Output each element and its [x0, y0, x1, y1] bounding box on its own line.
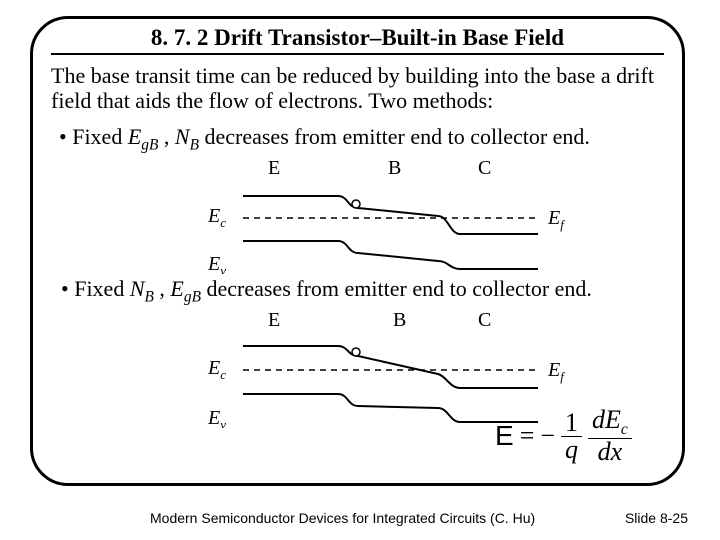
- b2-NB: NB: [130, 276, 154, 301]
- footer-page-number: Slide 8-25: [625, 510, 688, 526]
- electron-icon: [352, 200, 360, 208]
- sym-N: N: [175, 124, 190, 149]
- d1-label-C: C: [478, 157, 491, 179]
- field-equation: E = − 1 q dEc dx: [495, 407, 670, 465]
- d1-Ev-label: Ev: [207, 253, 226, 274]
- eq-lhs: E: [495, 420, 514, 452]
- d2-Ev-label: Ev: [207, 407, 226, 428]
- band-diagram-1: E B C Ec Ev Ef: [138, 156, 578, 274]
- section-title: 8. 7. 2 Drift Transistor–Built-in Base F…: [51, 25, 664, 55]
- eq-neg: −: [540, 421, 555, 451]
- intro-paragraph: The base transit time can be reduced by …: [51, 63, 664, 114]
- b1-EgB: EgB: [128, 124, 159, 149]
- b1-text-c: decreases from emitter end to collector …: [199, 124, 590, 149]
- eq-num2: dEc: [588, 407, 632, 439]
- d2-Ec-curve: [243, 346, 538, 388]
- d1-Ec-label: Ec: [207, 205, 226, 230]
- b2-text-c: decreases from emitter end to collector …: [201, 276, 592, 301]
- b2-text-a: • Fixed: [61, 276, 130, 301]
- electron-icon-2: [352, 348, 360, 356]
- bullet-1: • Fixed EgB , NB decreases from emitter …: [59, 124, 664, 154]
- d2-Ev-curve: [243, 394, 538, 422]
- d1-Ec-curve: [243, 196, 538, 234]
- eq-Ec-sub: c: [621, 421, 628, 438]
- d2-Ec-label: Ec: [207, 357, 226, 382]
- d1-Ef-label: Ef: [547, 207, 566, 232]
- footer-citation: Modern Semiconductor Devices for Integra…: [150, 510, 535, 526]
- slide: 8. 7. 2 Drift Transistor–Built-in Base F…: [0, 0, 720, 540]
- d2-label-C: C: [478, 309, 491, 331]
- d2-label-E: E: [268, 309, 280, 331]
- eq-den2: dx: [594, 439, 627, 465]
- d1-label-B: B: [388, 157, 401, 179]
- sym-NB-sub: B: [190, 136, 199, 153]
- sym-EgB-sub2: gB: [184, 288, 201, 305]
- eq-frac1: 1 q: [561, 410, 582, 463]
- eq-d: d: [592, 405, 605, 434]
- eq-frac2: dEc dx: [588, 407, 632, 465]
- eq-den1: q: [561, 437, 582, 463]
- sym-N2: N: [130, 276, 145, 301]
- d2-Ef-label: Ef: [547, 359, 566, 384]
- eq-num1: 1: [561, 410, 582, 437]
- sym-E2: E: [170, 276, 183, 301]
- b1-NB: NB: [175, 124, 199, 149]
- sym-EgB-sub: gB: [141, 136, 158, 153]
- sym-NB-sub2: B: [145, 288, 154, 305]
- d1-label-E: E: [268, 157, 280, 179]
- d2-label-B: B: [393, 309, 406, 331]
- b2-text-b: ,: [154, 276, 171, 301]
- b1-text-a: • Fixed: [59, 124, 128, 149]
- bullet-2: • Fixed NB , EgB decreases from emitter …: [61, 276, 664, 306]
- d1-Ev-curve: [243, 241, 538, 269]
- content-frame: 8. 7. 2 Drift Transistor–Built-in Base F…: [30, 16, 685, 486]
- b2-EgB: EgB: [170, 276, 201, 301]
- eq-Ec: E: [605, 405, 621, 434]
- eq-equals: =: [520, 421, 535, 451]
- sym-E: E: [128, 124, 141, 149]
- b1-text-b: ,: [158, 124, 175, 149]
